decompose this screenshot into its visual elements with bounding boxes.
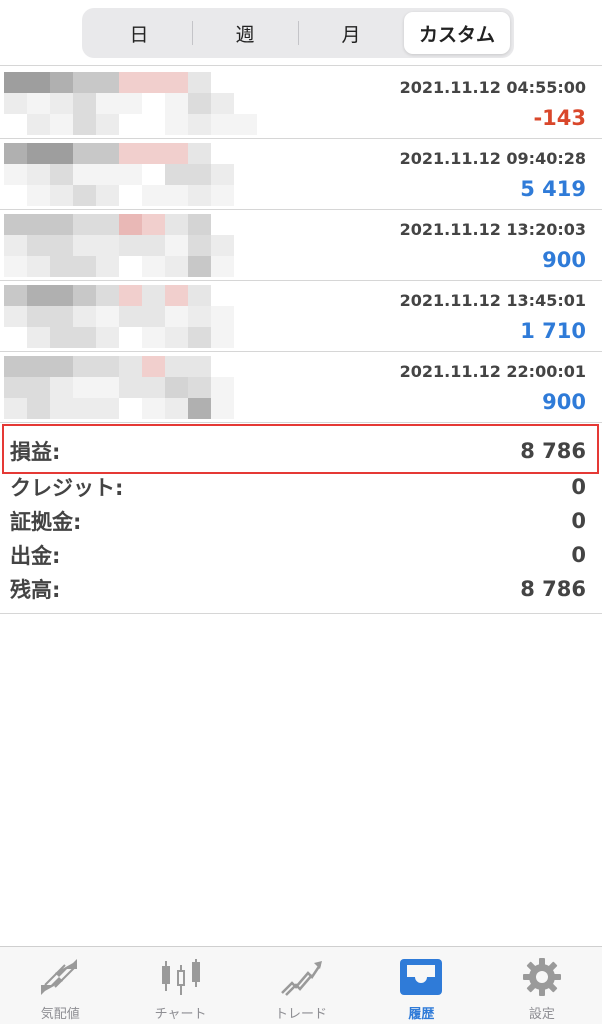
trade-icon (281, 961, 323, 996)
period-day-button[interactable]: 日 (86, 12, 192, 54)
period-selector: 日 週 月 カスタム (82, 8, 514, 58)
deal-row[interactable]: 2021.11.12 04:55:00 -143 (0, 68, 602, 139)
tab-settings[interactable]: 設定 (482, 947, 602, 1024)
summary-balance: 残高: 8 786 (10, 572, 586, 606)
period-custom-button[interactable]: カスタム (404, 12, 510, 54)
deal-row[interactable]: 2021.11.12 09:40:28 5 419 (0, 139, 602, 210)
deal-profit: -143 (533, 106, 586, 130)
summary-credit: クレジット: 0 (10, 470, 586, 504)
tab-history[interactable]: 履歴 (361, 947, 481, 1024)
quotes-icon (41, 959, 78, 995)
redacted-symbol-mosaic (4, 143, 264, 207)
chart-icon (161, 959, 200, 995)
tab-chart-label: チャート (154, 1007, 207, 1022)
deal-row[interactable]: 2021.11.12 13:20:03 900 (0, 210, 602, 281)
redacted-symbol-mosaic (4, 356, 264, 420)
deal-time: 2021.11.12 22:00:01 (399, 362, 586, 381)
tab-history-label: 履歴 (408, 1007, 435, 1022)
redacted-symbol-mosaic (4, 214, 264, 278)
deal-time: 2021.11.12 09:40:28 (399, 149, 586, 168)
deal-row[interactable]: 2021.11.12 13:45:01 1 710 (0, 281, 602, 352)
tab-chart[interactable]: チャート (120, 947, 240, 1024)
summary-withdrawal: 出金: 0 (10, 538, 586, 572)
deal-profit: 1 710 (520, 319, 586, 343)
period-week-button[interactable]: 週 (192, 12, 298, 54)
deal-time: 2021.11.12 13:20:03 (399, 220, 586, 239)
summary-withdrawal-label: 出金: (10, 544, 61, 568)
tab-quotes[interactable]: 気配値 (0, 947, 120, 1024)
tab-quotes-label: 気配値 (40, 1007, 80, 1022)
summary-credit-value: 0 (571, 475, 586, 499)
top-bar: 日 週 月 カスタム (0, 0, 602, 66)
summary-balance-label: 残高: (10, 578, 61, 602)
summary-balance-value: 8 786 (520, 577, 586, 601)
history-icon (400, 959, 443, 995)
deal-list: 2021.11.12 04:55:00 -143 2021.11.12 09:4… (0, 68, 602, 423)
summary-deposit-label: 証拠金: (10, 510, 82, 534)
deal-row[interactable]: 2021.11.12 22:00:01 900 (0, 352, 602, 423)
settings-icon (522, 958, 561, 996)
deal-time: 2021.11.12 04:55:00 (399, 78, 586, 97)
tab-trade-label: トレード (275, 1007, 328, 1022)
redacted-symbol-mosaic (4, 72, 264, 136)
summary-deposit: 証拠金: 0 (10, 504, 586, 538)
deal-profit: 900 (542, 390, 586, 414)
deal-time: 2021.11.12 13:45:01 (399, 291, 586, 310)
bottom-tab-bar: 気配値 チャート トレード 履歴 設定 (0, 946, 602, 1024)
deal-profit: 5 419 (520, 177, 586, 201)
period-month-button[interactable]: 月 (298, 12, 404, 54)
tab-settings-label: 設定 (528, 1007, 555, 1022)
tab-trade[interactable]: トレード (241, 947, 361, 1024)
summary-deposit-value: 0 (571, 509, 586, 533)
deal-profit: 900 (542, 248, 586, 272)
summary-withdrawal-value: 0 (571, 543, 586, 567)
summary-credit-label: クレジット: (10, 476, 124, 500)
profit-highlight-box (2, 424, 599, 474)
redacted-symbol-mosaic (4, 285, 264, 349)
